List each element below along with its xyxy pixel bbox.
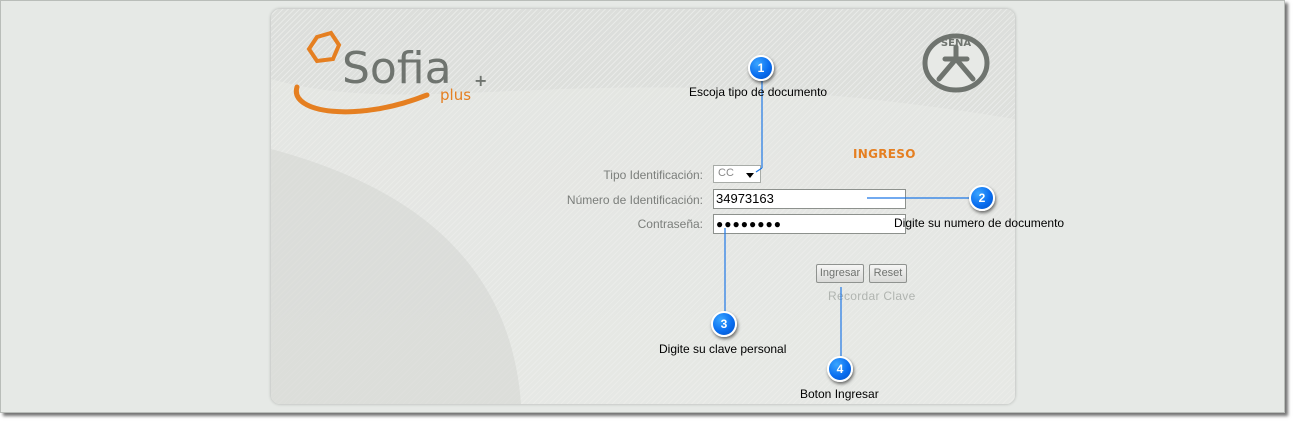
- callout-bubble-4: 4: [827, 356, 853, 382]
- callout-text-3: Digite su clave personal: [659, 342, 787, 356]
- callout-connectors: [724, 80, 969, 356]
- callout-bubble-1: 1: [748, 55, 774, 81]
- callout-text-4: Boton Ingresar: [800, 387, 879, 401]
- callout-text-2: Digite su numero de documento: [894, 216, 1065, 230]
- callout-bubble-3: 3: [711, 311, 737, 337]
- callout-bubble-2: 2: [969, 185, 995, 211]
- callout-text-1: Escoja tipo de documento: [689, 85, 828, 99]
